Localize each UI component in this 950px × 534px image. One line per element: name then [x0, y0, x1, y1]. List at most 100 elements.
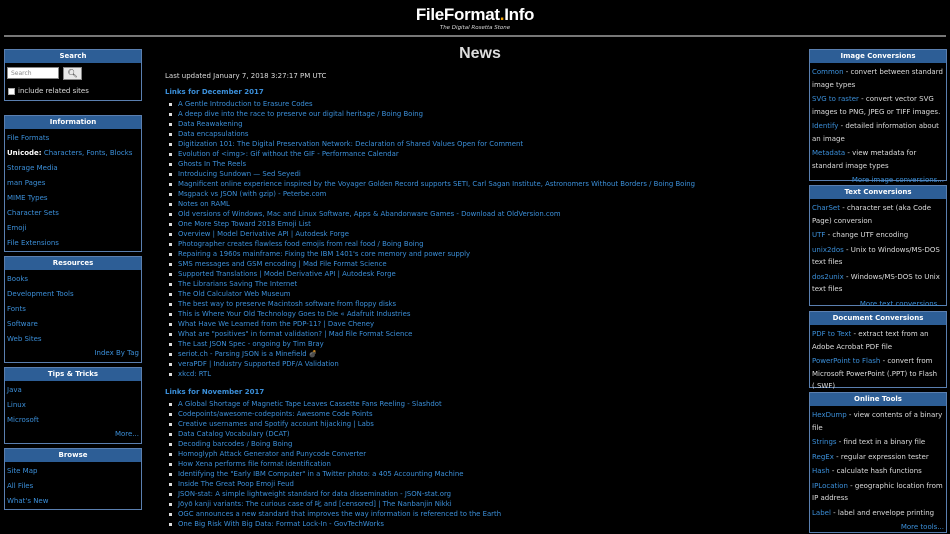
news-link-item[interactable]: The best way to preserve Macintosh softw… [165, 299, 795, 309]
more-text-conversions-link[interactable]: More text conversions... [810, 298, 946, 311]
browse-site-map[interactable]: Site Map [5, 464, 141, 479]
site-logo[interactable]: FileFormat.Info [0, 5, 950, 25]
hexdump-link[interactable]: HexDump [812, 411, 847, 419]
info-storage-media[interactable]: Storage Media [5, 161, 141, 176]
news-link-item[interactable]: Repairing a 1960s mainframe: Fixing the … [165, 249, 795, 259]
online-tools-entry: IPLocation - geographic location from IP… [810, 480, 946, 505]
news-link-item[interactable]: OGC announces a new standard that improv… [165, 509, 795, 519]
online-tools-entry: Label - label and envelope printing [810, 507, 946, 520]
news-link-item[interactable]: A Gentle Introduction to Erasure Codes [165, 99, 795, 109]
regex-link[interactable]: RegEx [812, 453, 834, 461]
news-link-item[interactable]: Notes on RAML [165, 199, 795, 209]
news-link-item[interactable]: Magnificent online experience inspired b… [165, 179, 795, 189]
tips-more-link[interactable]: More... [5, 428, 141, 441]
news-link-item[interactable]: Decoding barcodes / Boing Boing [165, 439, 795, 449]
powerpoint-to-flash-link[interactable]: PowerPoint to Flash [812, 357, 880, 365]
info-file-formats[interactable]: File Formats [5, 131, 141, 146]
news-link-item[interactable]: The Librarians Saving The Internet [165, 279, 795, 289]
utf-link[interactable]: UTF [812, 231, 825, 239]
info-mime-types[interactable]: MIME Types [5, 191, 141, 206]
info-emoji[interactable]: Emoji [5, 221, 141, 236]
resources-development-tools[interactable]: Development Tools [5, 287, 141, 302]
news-link-item[interactable]: SMS messages and GSM encoding | Mad File… [165, 259, 795, 269]
info-man-pages[interactable]: man Pages [5, 176, 141, 191]
news-link-item[interactable]: Overview | Model Derivative API | Autode… [165, 229, 795, 239]
image-conversions-entry: Metadata - view metadata for standard im… [810, 147, 946, 172]
dos2unix-link[interactable]: dos2unix [812, 273, 844, 281]
iplocation-link[interactable]: IPLocation [812, 482, 848, 490]
news-link-item[interactable]: Digitization 101: The Digital Preservati… [165, 139, 795, 149]
search-button[interactable]: 🔍︎ [63, 67, 82, 80]
unicode-fonts-link[interactable]: Fonts [87, 149, 106, 157]
news-link-item[interactable]: A deep dive into the race to preserve ou… [165, 109, 795, 119]
hash-link[interactable]: Hash [812, 467, 830, 475]
unix2dos-link[interactable]: unix2dos [812, 246, 844, 254]
tips-java[interactable]: Java [5, 383, 141, 398]
charset-link[interactable]: CharSet [812, 204, 840, 212]
more-tools-link[interactable]: More tools... [810, 521, 946, 534]
unicode-blocks-link[interactable]: Blocks [110, 149, 133, 157]
label-link[interactable]: Label [812, 509, 831, 517]
news-link-item[interactable]: Evolution of <img>: Gif without the GIF … [165, 149, 795, 159]
header-divider [4, 35, 946, 37]
news-link-item[interactable]: The Last JSON Spec - ongoing by Tim Bray [165, 339, 795, 349]
news-link-item[interactable]: Identifying the "Early IBM Computer" in … [165, 469, 795, 479]
news-link-item[interactable]: seriot.ch - Parsing JSON is a Minefield … [165, 349, 795, 359]
news-link-item[interactable]: Data Catalog Vocabulary (DCAT) [165, 429, 795, 439]
browse-whats-new[interactable]: What's New [5, 494, 141, 509]
news-link-item[interactable]: Photographer creates flawless food emoji… [165, 239, 795, 249]
resources-software[interactable]: Software [5, 317, 141, 332]
resources-web-sites[interactable]: Web Sites [5, 332, 141, 347]
section-title-dec-2017[interactable]: Links for December 2017 [165, 88, 795, 96]
news-link-item[interactable]: How Xena performs file format identifica… [165, 459, 795, 469]
resources-books[interactable]: Books [5, 272, 141, 287]
news-link-item[interactable]: Jōyō kanji variants: The curious case of… [165, 499, 795, 509]
news-link-item[interactable]: Old versions of Windows, Mac and Linux S… [165, 209, 795, 219]
news-link-item[interactable]: Inside The Great Poop Emoji Feud [165, 479, 795, 489]
strings-link[interactable]: Strings [812, 438, 837, 446]
resources-fonts[interactable]: Fonts [5, 302, 141, 317]
unicode-characters-link[interactable]: Characters [44, 149, 82, 157]
news-link-item[interactable]: Homoglyph Attack Generator and Punycode … [165, 449, 795, 459]
news-link-item[interactable]: xkcd: RTL [165, 369, 795, 379]
news-link-item[interactable]: Introducing Sundown — Sed Seyedi [165, 169, 795, 179]
tips-microsoft[interactable]: Microsoft [5, 413, 141, 428]
image-conversions-title: Image Conversions [810, 50, 946, 63]
info-file-extensions[interactable]: File Extensions [5, 236, 141, 251]
information-box-title: Information [5, 116, 141, 129]
index-by-tag-link[interactable]: Index By Tag [5, 347, 141, 360]
news-link-item[interactable]: Supported Translations | Model Derivativ… [165, 269, 795, 279]
news-link-item[interactable]: One More Step Toward 2018 Emoji List [165, 219, 795, 229]
image-conversions-entry: Identify - detailed information about an… [810, 120, 946, 145]
news-link-item[interactable]: What Have We Learned from the PDP-11? | … [165, 319, 795, 329]
online-tools-entry: RegEx - regular expression tester [810, 451, 946, 464]
news-link-item[interactable]: What are "positives" in format validatio… [165, 329, 795, 339]
news-link-item[interactable]: Data encapsulations [165, 129, 795, 139]
news-link-item[interactable]: Data Reawakening [165, 119, 795, 129]
svg-to-raster-link[interactable]: SVG to raster [812, 95, 859, 103]
news-link-item[interactable]: One Big Risk With Big Data: Format Lock-… [165, 519, 795, 529]
section-title-nov-2017[interactable]: Links for November 2017 [165, 388, 795, 396]
search-input[interactable]: Search [7, 67, 59, 79]
news-link-item[interactable]: The Old Calculator Web Museum [165, 289, 795, 299]
pdf-to-text-link[interactable]: PDF to Text [812, 330, 851, 338]
news-link-item[interactable]: JSON-stat: A simple lightweight standard… [165, 489, 795, 499]
strings-description: - find text in a binary file [836, 438, 926, 446]
online-tools-entry: Hash - calculate hash functions [810, 465, 946, 478]
text-conversions-entry: dos2unix - Windows/MS-DOS to Unix text f… [810, 271, 946, 296]
news-link-item[interactable]: Codepoints/awesome-codepoints: Awesome C… [165, 409, 795, 419]
news-link-item[interactable]: veraPDF | Industry Supported PDF/A Valid… [165, 359, 795, 369]
news-link-item[interactable]: Creative usernames and Spotify account h… [165, 419, 795, 429]
common-link[interactable]: Common [812, 68, 844, 76]
news-link-item[interactable]: This is Where Your Old Technology Goes t… [165, 309, 795, 319]
news-link-item[interactable]: Ghosts In The Reels [165, 159, 795, 169]
include-related-sites-option[interactable]: include related sites [8, 87, 89, 95]
identify-link[interactable]: Identify [812, 122, 838, 130]
include-related-checkbox[interactable] [8, 87, 15, 95]
news-link-item[interactable]: A Global Shortage of Magnetic Tape Leave… [165, 399, 795, 409]
tips-linux[interactable]: Linux [5, 398, 141, 413]
metadata-link[interactable]: Metadata [812, 149, 845, 157]
news-link-item[interactable]: Msgpack vs JSON (with gzip) - Peterbe.co… [165, 189, 795, 199]
browse-all-files[interactable]: All Files [5, 479, 141, 494]
info-character-sets[interactable]: Character Sets [5, 206, 141, 221]
